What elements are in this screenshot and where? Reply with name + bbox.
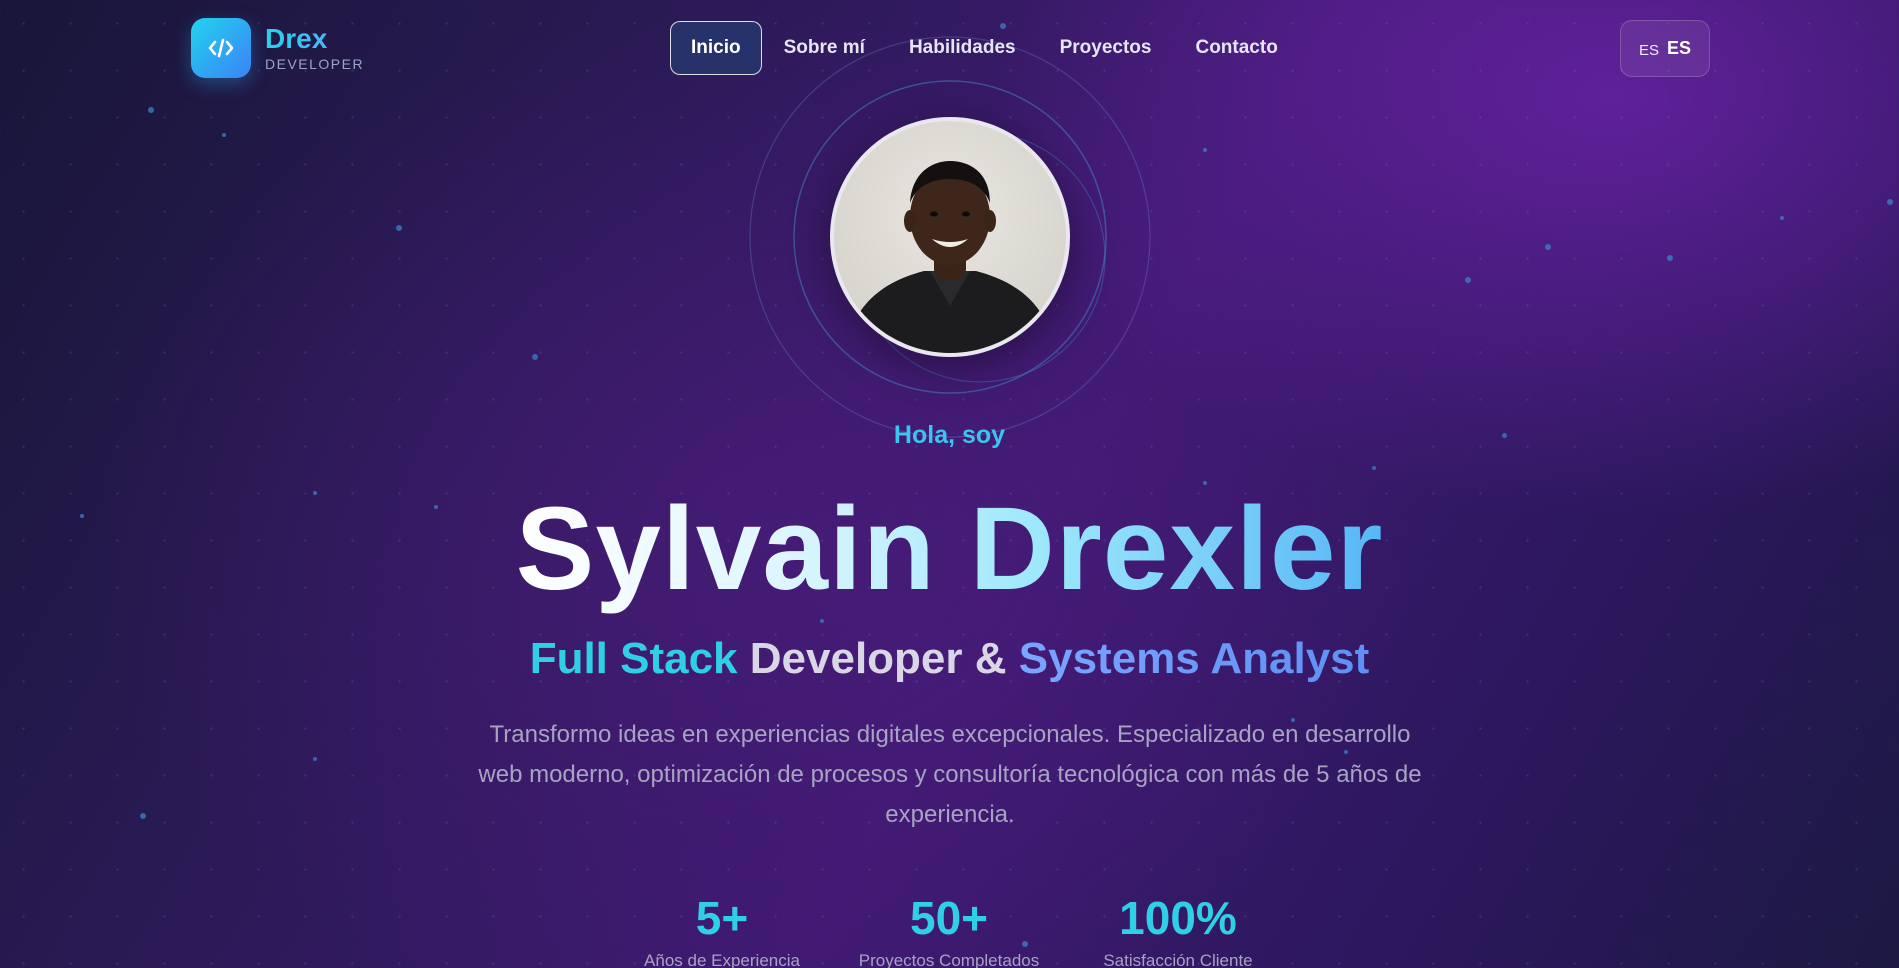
background-star [1372,466,1376,470]
code-icon [191,18,251,78]
stat-value: 5+ [695,892,749,944]
language-code: ES [1667,38,1692,58]
stat-value: 100% [1119,892,1237,944]
nav-item-habilidades[interactable]: Habilidades [887,21,1038,75]
stat-value: 50+ [909,892,989,944]
brand-logo[interactable]: Drex DEVELOPER [191,18,364,78]
profile-avatar [830,117,1070,357]
background-star [1887,199,1893,205]
hero-name-text: Sylvain Drexler [515,483,1384,615]
role-part-developer: Developer & [737,634,1019,683]
nav-item-sobre-mi[interactable]: Sobre mí [762,21,887,75]
background-star [820,619,824,623]
background-star [1780,216,1784,220]
background-star [396,225,402,231]
background-star [1667,255,1673,261]
background-star [313,757,317,761]
brand-subtitle: DEVELOPER [265,56,365,73]
language-selector[interactable]: ES ES [1620,20,1710,77]
brand-name: Drex [265,23,364,55]
hero-role: Full Stack Developer & Systems Analyst [0,634,1899,684]
background-star [1203,148,1207,152]
background-star [140,813,146,819]
background-star [1465,277,1471,283]
nav-item-inicio[interactable]: Inicio [670,21,762,75]
background-star [222,133,226,137]
stat-projects: 50+ Proyectos Completados [839,895,1059,968]
top-navigation: Drex DEVELOPER Inicio Sobre mí Habilidad… [0,0,1899,98]
role-part-systems-analyst: Systems Analyst [1018,634,1370,683]
stat-label: Satisfacción Cliente [1103,951,1253,968]
background-star [1545,244,1551,250]
nav-item-proyectos[interactable]: Proyectos [1038,21,1174,75]
main-menu: Inicio Sobre mí Habilidades Proyectos Co… [670,21,1300,75]
role-part-full-stack: Full Stack [529,634,738,683]
hero-description: Transformo ideas en experiencias digital… [478,721,1422,828]
background-star [532,354,538,360]
stat-satisfaction: 100% Satisfacción Cliente [1068,895,1288,968]
spain-flag-icon: ES [1638,42,1659,59]
profile-photo-illustration [844,161,1056,353]
hero-greeting: Hola, soy [893,421,1006,449]
stat-experience: 5+ Años de Experiencia [612,895,832,968]
stat-label: Proyectos Completados [858,951,1040,968]
nav-item-contacto[interactable]: Contacto [1173,21,1299,75]
hero-name: Sylvain Drexler [0,487,1899,612]
background-star [148,107,154,113]
hero-stats: 5+ Años de Experiencia 50+ Proyectos Com… [0,895,1899,968]
stat-label: Años de Experiencia [644,951,800,968]
